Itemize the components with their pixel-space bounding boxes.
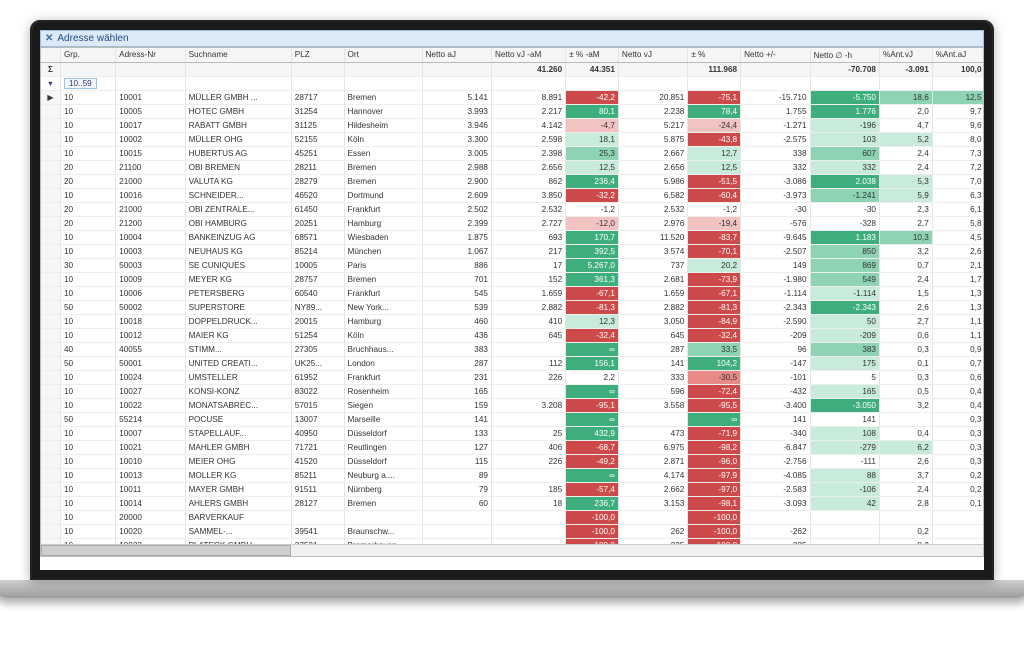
table-row[interactable]: 2021000VALUTA KG28279Bremen2.900862236,4… xyxy=(41,174,984,188)
table-row[interactable]: 1020000BARVERKAUF-100,0-100,025.08.2022 xyxy=(41,510,984,524)
column-header[interactable]: Netto vJ xyxy=(618,48,687,62)
app-screen: ✕ Adresse wählen Grp.Adress-NrSuchnamePL… xyxy=(30,20,994,580)
laptop-frame: ✕ Adresse wählen Grp.Adress-NrSuchnamePL… xyxy=(0,0,1024,648)
table-row[interactable]: 1010024UMSTELLER61952Frankfurt2312262,23… xyxy=(41,370,984,384)
table-row[interactable]: 5055214POCUSE13007Marseille141∞∞1411410,… xyxy=(41,412,984,426)
table-row[interactable]: 1010022MONATSABREC...57015Siegen1593.208… xyxy=(41,398,984,412)
table-row[interactable]: 1010007STAPELLAUF...40950Düsseldorf13325… xyxy=(41,426,984,440)
horizontal-scrollbar[interactable] xyxy=(41,544,983,556)
table-row[interactable]: 1010017RABATT GMBH31125Hildesheim3.9464.… xyxy=(41,118,984,132)
column-header[interactable]: Netto +/- xyxy=(741,48,810,62)
scrollbar-thumb[interactable] xyxy=(41,545,291,556)
table-row[interactable]: 1010011MAYER GMBH91511Nürnberg79185-57,4… xyxy=(41,482,984,496)
table-row[interactable]: 2021100OBI BREMEN28211Bremen2.9882.65612… xyxy=(41,160,984,174)
table-row[interactable]: ▶1010001MÜLLER GMBH ...28717Bremen5.1418… xyxy=(41,90,984,104)
sum-row: Σ41.26044.351111.968-70.708-3.091100,010… xyxy=(41,62,984,76)
table-row[interactable]: 1010018DOPPELDRUCK...20015Hamburg4604101… xyxy=(41,314,984,328)
table-row[interactable]: 1010003NEUHAUS KG85214München1.067217392… xyxy=(41,244,984,258)
table-row[interactable]: 1010002MÜLLER OHG52155Köln3.3002.59818,1… xyxy=(41,132,984,146)
column-header[interactable]: %Ant.vJ xyxy=(879,48,932,62)
grp-filter[interactable]: 10..59 xyxy=(64,78,97,89)
table-row[interactable]: 4040055STIMM...27305Bruchhaus...383∞2873… xyxy=(41,342,984,356)
table-row[interactable]: 5050001UNITED CREATI...UK25...London2871… xyxy=(41,356,984,370)
data-grid[interactable]: Grp.Adress-NrSuchnamePLZOrtNetto aJNetto… xyxy=(40,47,984,557)
table-row[interactable]: 1010006PETERSBERG60540Frankfurt5451.659-… xyxy=(41,286,984,300)
column-header[interactable]: Netto aJ xyxy=(422,48,491,62)
table-row[interactable]: 1010012MAIER KG51254Köln436645-32,4645-3… xyxy=(41,328,984,342)
laptop-base xyxy=(0,580,1024,598)
window-titlebar[interactable]: ✕ Adresse wählen xyxy=(40,30,984,47)
table-row[interactable]: 5050002SUPERSTORENY89...New York...5392.… xyxy=(41,300,984,314)
column-header[interactable]: Adress-Nr xyxy=(116,48,185,62)
column-header[interactable]: ± % -aM xyxy=(566,48,619,62)
column-header[interactable] xyxy=(41,48,60,62)
table-row[interactable]: 1010009MEYER KG28757Bremen701152361,32.6… xyxy=(41,272,984,286)
table-row[interactable]: 1010005HOTEC GMBH31254Hannover3.9932.217… xyxy=(41,104,984,118)
column-header[interactable]: PLZ xyxy=(291,48,344,62)
window-title: Adresse wählen xyxy=(57,33,128,44)
table-row[interactable]: 1010013MOLLER KG85211Neuburg a....89∞4.1… xyxy=(41,468,984,482)
column-header[interactable]: %Ant.aJ xyxy=(932,48,984,62)
column-header[interactable]: Suchname xyxy=(185,48,291,62)
column-header[interactable]: Netto vJ -aM xyxy=(491,48,565,62)
table-row[interactable]: 1010010MEIER OHG41520Düsseldorf115226-49… xyxy=(41,454,984,468)
table-row[interactable]: 1010020SAMMEL-...39541Braunschw...-100,0… xyxy=(41,524,984,538)
table-row[interactable]: 1010004BANKEINZUG AG68571Wiesbaden1.8756… xyxy=(41,230,984,244)
column-header[interactable]: Grp. xyxy=(60,48,115,62)
column-header[interactable]: Ort xyxy=(344,48,422,62)
table-row[interactable]: 1010016SCHNEIDER...46520Dortmund2.6093.8… xyxy=(41,188,984,202)
table-row[interactable]: 2021200OBI HAMBURG20251Hamburg2.3992.727… xyxy=(41,216,984,230)
table-row[interactable]: 3050003SE CUNIQUES10005Paris886175.267,0… xyxy=(41,258,984,272)
close-icon[interactable]: ✕ xyxy=(45,33,53,44)
table-row[interactable]: 1010021MAHLER GMBH71721Reutlingen127406-… xyxy=(41,440,984,454)
column-header[interactable]: Netto ∅ -h xyxy=(810,48,879,62)
table-row[interactable]: 2021000OBI ZENTRALE...61450Frankfurt2.50… xyxy=(41,202,984,216)
filter-funnel-icon[interactable]: ▾ xyxy=(48,79,52,88)
table-row[interactable]: 1010027KONSI-KONZ83022Rosenheim165∞596-7… xyxy=(41,384,984,398)
filter-row[interactable]: ▾ 10..59 xyxy=(41,76,984,90)
table-row[interactable]: 1010014AHLERS GMBH28127Bremen6018236,73.… xyxy=(41,496,984,510)
table-row[interactable]: 1010015HUBERTUS AG45251Essen3.0052.39825… xyxy=(41,146,984,160)
column-header-row[interactable]: Grp.Adress-NrSuchnamePLZOrtNetto aJNetto… xyxy=(41,48,984,62)
column-header[interactable]: ± % xyxy=(688,48,741,62)
